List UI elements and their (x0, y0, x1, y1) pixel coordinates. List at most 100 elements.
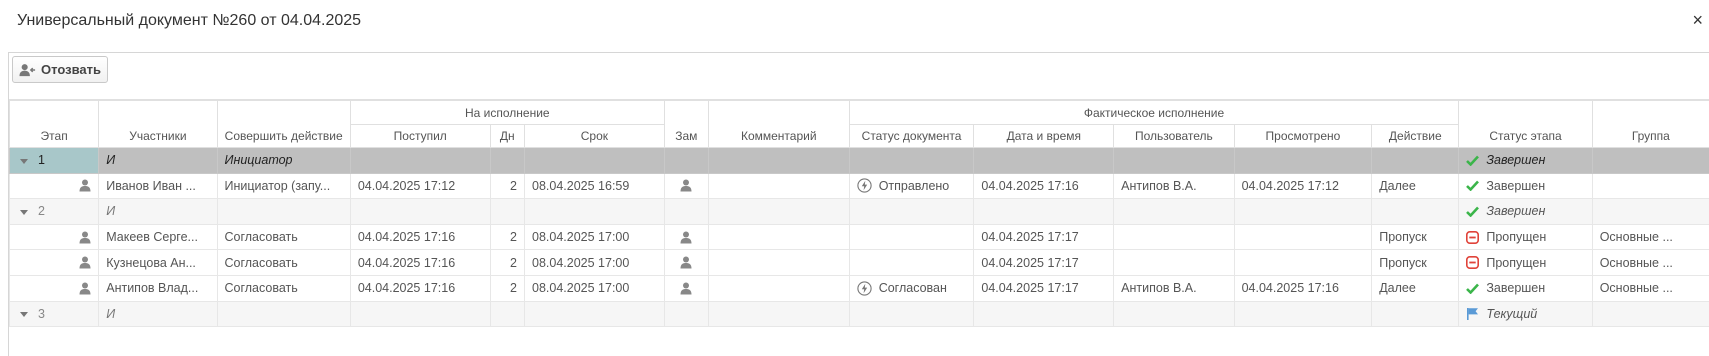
deputy-user-icon[interactable] (680, 282, 692, 295)
col-postupil[interactable]: Поступил (349, 124, 491, 148)
check-icon (1466, 181, 1480, 192)
datetime-cell: 04.04.2025 17:17 (973, 223, 1115, 251)
recall-button-label: Отозвать (41, 62, 101, 77)
col-gruppa[interactable]: Группа (1591, 100, 1709, 148)
deadline-cell: 08.04.2025 17:00 (524, 274, 665, 302)
col-zam[interactable]: Зам (663, 100, 709, 148)
col-group-na-ispolnenie: На исполнение (349, 100, 665, 125)
col-status-doc[interactable]: Статус документа (848, 124, 975, 148)
col-sovershit[interactable]: Совершить действие (216, 100, 351, 148)
col-prosmotreno[interactable]: Просмотрено (1233, 124, 1373, 148)
col-status-etapa[interactable]: Статус этапа (1458, 100, 1593, 148)
stage-row[interactable]: 3 И Текущий (9, 300, 1709, 328)
toolbar: Отозвать (9, 53, 1709, 100)
stage-row[interactable]: 2 И Завершен (9, 198, 1709, 225)
doc-status-text: Отправлено (878, 178, 950, 193)
stage-cell[interactable]: 3 (9, 300, 100, 328)
stage-status-text: Завершен (1486, 281, 1546, 296)
stage-status-cell: Завершен (1458, 198, 1593, 225)
col-kommentariy[interactable]: Комментарий (707, 100, 850, 148)
col-srok[interactable]: Срок (524, 124, 665, 148)
stage-status-cell: Завершен (1458, 274, 1593, 302)
stage-number: 1 (38, 153, 45, 168)
lightning-icon (857, 281, 872, 296)
datetime-cell: 04.04.2025 17:16 (973, 172, 1115, 200)
participant-cell: Иванов Иван ... (98, 172, 218, 200)
close-icon[interactable]: × (1692, 10, 1703, 31)
stage-cell[interactable]: 2 (9, 198, 100, 225)
col-sovershit-label: Совершить действие (224, 129, 343, 143)
user-icon (79, 256, 91, 269)
col-uchastniki[interactable]: Участники (98, 100, 218, 148)
doc-status-cell (848, 223, 975, 251)
check-icon (1466, 206, 1480, 217)
collapse-icon[interactable] (20, 312, 28, 318)
stage-status-cell: Завершен (1458, 172, 1593, 200)
received-cell: 04.04.2025 17:16 (349, 249, 491, 276)
viewed-cell: 04.04.2025 17:12 (1233, 172, 1373, 200)
stage-number: 3 (38, 306, 45, 321)
check-icon (1466, 155, 1480, 166)
deputy-user-icon[interactable] (680, 179, 692, 192)
participant-cell: И (98, 198, 218, 225)
deputy-user-icon[interactable] (680, 256, 692, 269)
action-cell: Согласовать (216, 249, 351, 276)
check-icon (1466, 283, 1480, 294)
action-cell: Инициатор (216, 147, 351, 174)
user-icon (79, 231, 91, 244)
stage-status-cell: Пропущен (1458, 223, 1593, 251)
stage-status-cell: Пропущен (1458, 249, 1593, 276)
table-row[interactable]: Иванов Иван ... Инициатор (запу... 04.04… (9, 172, 1709, 200)
comment-cell (707, 274, 850, 302)
deadline-cell: 08.04.2025 16:59 (524, 172, 665, 200)
stage-number: 2 (38, 204, 45, 219)
collapse-icon[interactable] (20, 209, 28, 215)
received-cell: 04.04.2025 17:12 (349, 172, 491, 200)
user-cell: Антипов В.А. (1113, 172, 1235, 200)
days-cell: 2 (489, 249, 526, 276)
viewed-cell (1233, 223, 1373, 251)
doc-status-cell: Согласован (848, 274, 975, 302)
route-table: Этап Участники Совершить действие На исп… (9, 100, 1709, 328)
col-data-vremya[interactable]: Дата и время (973, 124, 1115, 148)
action-cell: Согласовать (216, 223, 351, 251)
stage-status-cell: Текущий (1458, 300, 1593, 328)
user-cell (1113, 249, 1235, 276)
route-panel: Отозвать Этап Участники Совершить действ… (8, 52, 1709, 356)
col-dn[interactable]: Дн (489, 124, 526, 148)
received-cell: 04.04.2025 17:16 (349, 223, 491, 251)
comment-cell (707, 223, 850, 251)
deputy-user-icon[interactable] (680, 231, 692, 244)
days-cell: 2 (489, 223, 526, 251)
participant-cell: И (98, 300, 218, 328)
group-cell: Основные ... (1591, 274, 1709, 302)
stage-cell[interactable]: 1 (9, 147, 100, 174)
col-deystvie[interactable]: Действие (1371, 124, 1460, 148)
viewed-cell: 04.04.2025 17:16 (1233, 274, 1373, 302)
participant-cell: И (98, 147, 218, 174)
days-cell: 2 (489, 274, 526, 302)
table-row[interactable]: Кузнецова Ан... Согласовать 04.04.2025 1… (9, 249, 1709, 276)
group-cell: Основные ... (1591, 249, 1709, 276)
stage-status-text: Завершен (1486, 204, 1546, 219)
user-icon (79, 282, 91, 295)
stage-status-text: Завершен (1486, 178, 1546, 193)
act-cell: Пропуск (1371, 249, 1460, 276)
act-cell: Далее (1371, 172, 1460, 200)
stage-row[interactable]: 1 И Инициатор Завершен (9, 147, 1709, 174)
table-row[interactable]: Макеев Серге... Согласовать 04.04.2025 1… (9, 223, 1709, 251)
participant-cell: Кузнецова Ан... (98, 249, 218, 276)
act-cell: Пропуск (1371, 223, 1460, 251)
col-etap[interactable]: Этап (9, 100, 100, 148)
user-cell (1113, 223, 1235, 251)
participant-cell: Макеев Серге... (98, 223, 218, 251)
participant-cell: Антипов Влад... (98, 274, 218, 302)
table-row[interactable]: Антипов Влад... Согласовать 04.04.2025 1… (9, 274, 1709, 302)
recall-button[interactable]: Отозвать (12, 56, 108, 83)
doc-status-cell (848, 249, 975, 276)
col-polzovatel[interactable]: Пользователь (1113, 124, 1235, 148)
stage-status-text: Завершен (1486, 153, 1546, 168)
doc-status-text: Согласован (878, 281, 947, 296)
collapse-icon[interactable] (20, 158, 28, 164)
datetime-cell: 04.04.2025 17:17 (973, 274, 1115, 302)
